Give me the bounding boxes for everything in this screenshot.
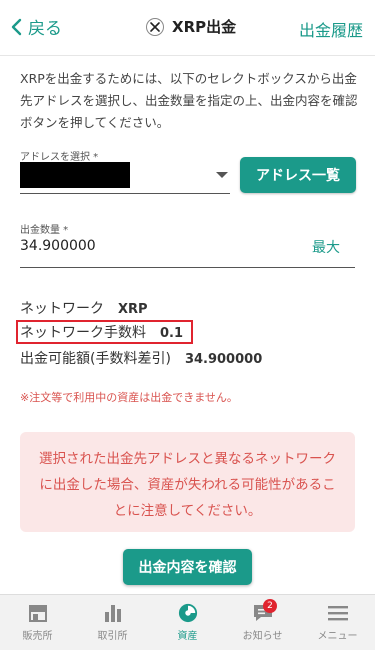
max-button[interactable]: 最大 [312, 237, 340, 257]
chevron-left-icon [11, 18, 22, 35]
network-value: XRP [118, 302, 148, 317]
nav-item-menu[interactable]: メニュー [300, 595, 375, 650]
caret-down-icon [216, 172, 228, 178]
nav-item-exchange[interactable]: 取引所 [75, 595, 150, 650]
network-label: ネットワーク [20, 301, 104, 317]
bottom-nav: 販売所 取引所 資産 2 お知らせ メニュー [0, 594, 375, 650]
nav-label-shop: 販売所 [22, 631, 53, 642]
intro-text: XRPを出金するためには、以下のセレクトボックスから出金先アドレスを選択し、出金… [20, 71, 358, 130]
back-label: 戻る [28, 19, 62, 39]
address-select[interactable] [20, 160, 230, 194]
nav-label-notifications: お知らせ [242, 631, 283, 642]
address-list-button[interactable]: アドレス一覧 [240, 157, 356, 193]
amount-value: 34.900000 [20, 238, 96, 254]
available-amount-label: 出金可能額(手数料差引) [20, 351, 171, 367]
shop-icon [28, 605, 47, 622]
xrp-icon [146, 17, 164, 36]
amount-input[interactable]: 34.900000 最大 [20, 232, 355, 268]
header-bar: 戻る XRP出金 出金履歴 [0, 0, 375, 56]
nav-label-assets: 資産 [177, 631, 198, 642]
redacted-address [20, 162, 130, 188]
back-button[interactable]: 戻る [10, 14, 62, 39]
nav-label-exchange: 取引所 [97, 631, 128, 642]
network-alert: 選択された出金先アドレスと異なるネットワークに出金した場合、資産が失われる可能性… [20, 432, 355, 532]
warning-note: ※注文等で利用中の資産は出金できません。 [20, 391, 238, 404]
network-fee-row: ネットワーク手数料 0.1 [20, 322, 183, 342]
network-fee-label: ネットワーク手数料 [20, 325, 146, 341]
nav-item-assets[interactable]: 資産 [150, 595, 225, 650]
notification-badge: 2 [263, 599, 277, 613]
page-title: XRP出金 [146, 16, 236, 37]
available-amount-row: 出金可能額(手数料差引) 34.900000 [20, 348, 262, 368]
hamburger-icon [327, 606, 348, 621]
withdrawal-history-link[interactable]: 出金履歴 [299, 17, 363, 41]
network-fee-value: 0.1 [160, 326, 184, 341]
page-title-text: XRP出金 [172, 18, 237, 36]
available-amount-value: 34.900000 [184, 352, 263, 367]
chart-bar-icon [104, 605, 121, 622]
nav-item-shop[interactable]: 販売所 [0, 595, 75, 650]
confirm-withdrawal-button[interactable]: 出金内容を確認 [123, 549, 252, 585]
nav-label-menu: メニュー [317, 631, 358, 642]
network-row: ネットワーク XRP [20, 298, 148, 318]
nav-item-notifications[interactable]: 2 お知らせ [225, 595, 300, 650]
pie-chart-icon [178, 603, 197, 623]
